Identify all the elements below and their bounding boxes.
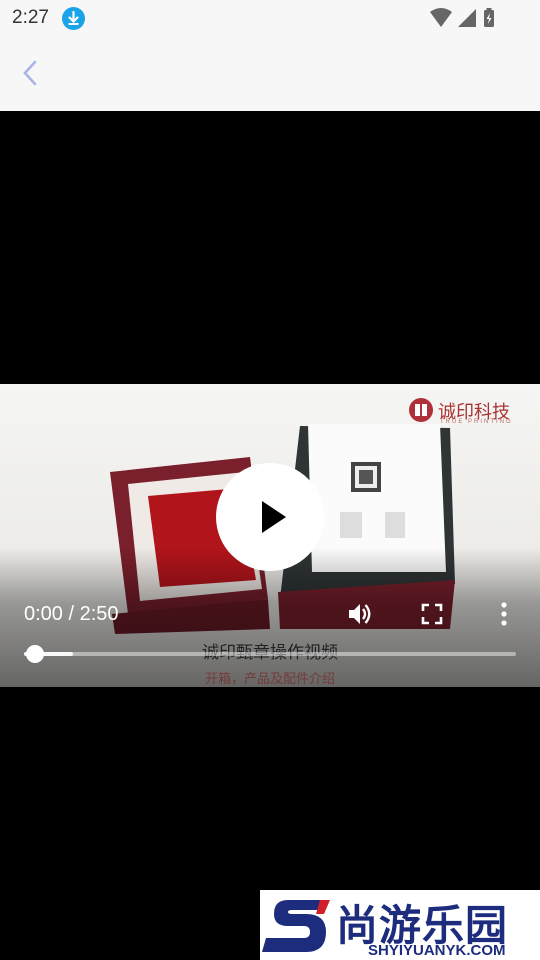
app-bar xyxy=(0,36,540,111)
signal-icon xyxy=(458,9,476,27)
seek-bar-thumb[interactable] xyxy=(26,645,44,663)
brand-tagline: TRUE PRINTING xyxy=(440,419,513,425)
video-caption-title: 诚印甄章操作视频 xyxy=(202,643,338,663)
fullscreen-button[interactable] xyxy=(420,602,444,626)
timecode: 0:00 / 2:50 xyxy=(24,603,119,625)
play-button[interactable] xyxy=(216,463,324,571)
brand-seal-icon xyxy=(409,398,433,422)
more-options-button[interactable] xyxy=(492,600,516,628)
brand-logo: 诚印科技 TRUE PRINTING xyxy=(408,396,528,426)
status-bar: 2:27 xyxy=(0,0,540,36)
wifi-icon xyxy=(430,8,452,27)
video-caption-subtitle: 开箱，产品及配件介绍 xyxy=(204,672,335,687)
watermark-logo-icon xyxy=(262,900,330,952)
seek-bar[interactable] xyxy=(24,645,516,663)
watermark-url: SHYIYUANYK.COM xyxy=(368,942,506,959)
status-time: 2:27 xyxy=(12,7,49,28)
watermark: 尚游乐园 SHYIYUANYK.COM xyxy=(260,890,540,960)
fullscreen-icon xyxy=(421,603,443,625)
status-icons xyxy=(430,8,494,27)
download-icon xyxy=(62,7,85,30)
volume-button[interactable] xyxy=(346,600,374,628)
back-arrow-icon xyxy=(23,60,37,86)
back-button[interactable] xyxy=(14,56,44,90)
more-icon xyxy=(501,602,507,626)
video-player[interactable]: 诚印科技 TRUE PRINTING 诚印甄章操作视频 开箱，产品及配件介绍 0… xyxy=(0,384,540,687)
play-icon xyxy=(262,501,286,533)
volume-icon xyxy=(349,604,371,624)
